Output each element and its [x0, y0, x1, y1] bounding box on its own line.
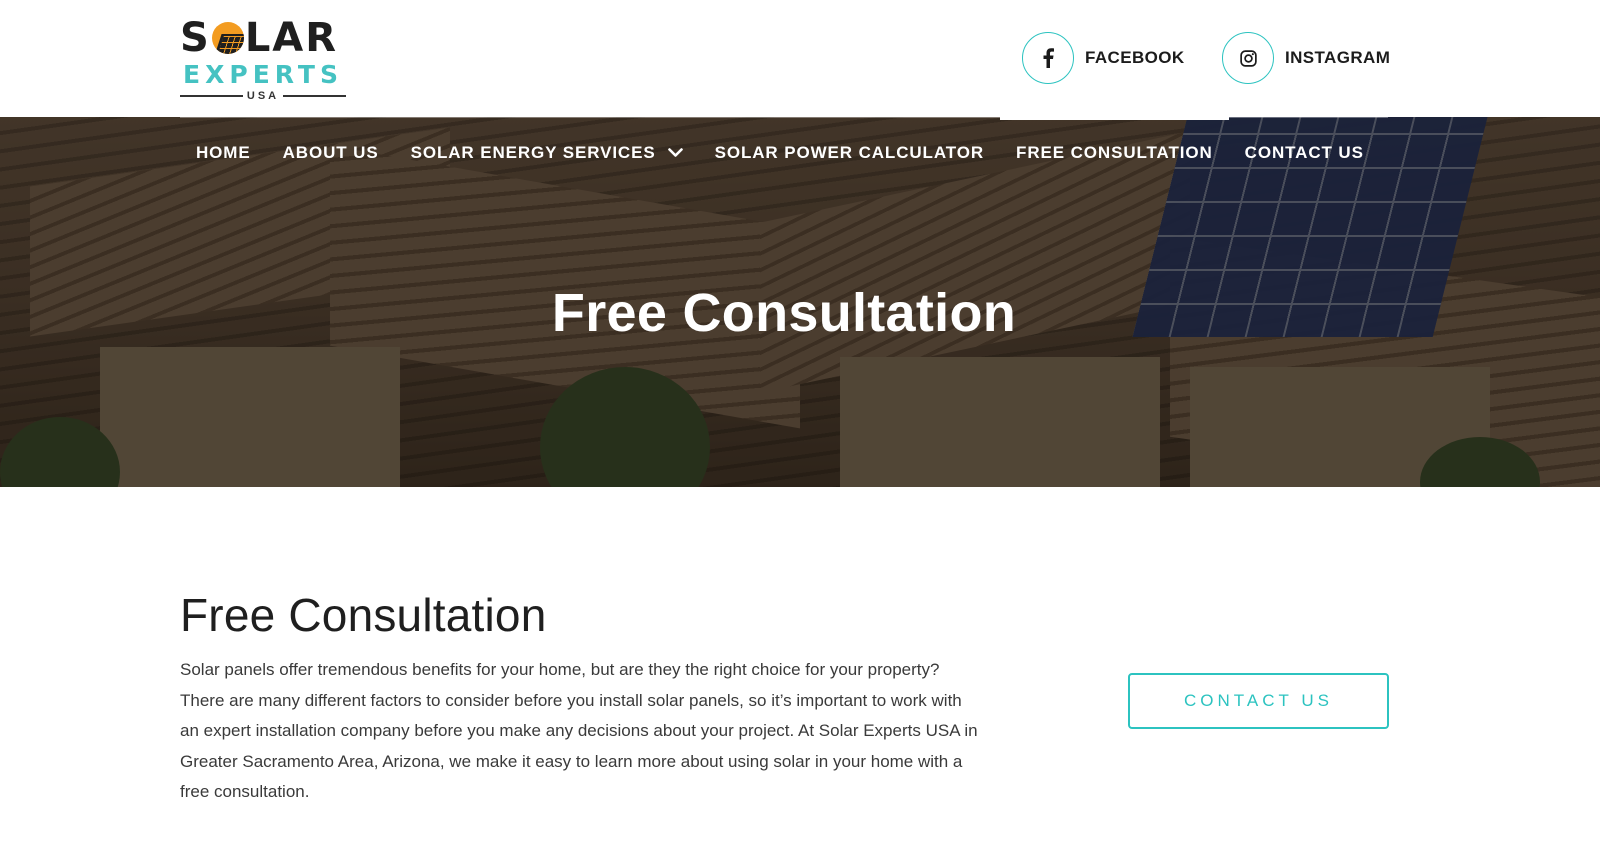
intro-paragraph: Solar panels offer tremendous benefits f… — [180, 660, 978, 801]
facebook-label[interactable]: FACEBOOK — [1085, 48, 1185, 68]
instagram-label[interactable]: INSTAGRAM — [1285, 48, 1390, 68]
logo-divider — [180, 95, 243, 97]
page-title: Free Consultation — [180, 589, 547, 641]
instagram-icon[interactable] — [1222, 32, 1274, 84]
logo-usa: USA — [246, 90, 280, 102]
nav-item-free-consultation[interactable]: FREE CONSULTATION — [1000, 117, 1229, 189]
instagram-link[interactable]: INSTAGRAM — [1222, 32, 1390, 84]
facebook-icon[interactable] — [1022, 32, 1074, 84]
logo-letters-lar: LAR — [244, 15, 339, 61]
logo-letter-s: S — [180, 15, 211, 61]
nav-item-contact-us[interactable]: CONTACT US — [1229, 117, 1380, 189]
chevron-down-icon[interactable] — [667, 148, 683, 158]
nav-item-label[interactable]: ABOUT US — [283, 143, 379, 163]
logo-usa-row: USA — [180, 90, 347, 102]
site-header: S LAR EXPERTS USA FACEBOOK INSTAGRAM — [0, 0, 1600, 118]
logo-experts: EXPERTS — [183, 60, 343, 89]
facebook-link[interactable]: FACEBOOK — [1022, 32, 1185, 84]
nav-item-home[interactable]: HOME — [180, 117, 267, 189]
sun-panel-icon — [211, 22, 244, 54]
hero-title: Free Consultation — [551, 283, 1017, 343]
contact-us-button[interactable]: CONTACT US — [1128, 673, 1389, 729]
nav-item-label[interactable]: CONTACT US — [1245, 143, 1364, 163]
nav-item-solar-energy-services[interactable]: SOLAR ENERGY SERVICES — [395, 117, 699, 189]
nav-item-label[interactable]: SOLAR ENERGY SERVICES — [411, 143, 656, 163]
main-nav: HOME ABOUT US SOLAR ENERGY SERVICES SOLA… — [180, 117, 1388, 189]
nav-item-about-us[interactable]: ABOUT US — [267, 117, 395, 189]
site-logo[interactable]: S LAR EXPERTS USA — [180, 15, 350, 102]
nav-item-label[interactable]: HOME — [196, 143, 251, 163]
hero-banner: HOME ABOUT US SOLAR ENERGY SERVICES SOLA… — [0, 117, 1600, 487]
nav-item-solar-power-calculator[interactable]: SOLAR POWER CALCULATOR — [699, 117, 1000, 189]
nav-item-label[interactable]: SOLAR POWER CALCULATOR — [715, 143, 984, 163]
logo-divider — [283, 95, 347, 97]
logo-wordmark: S LAR — [180, 15, 339, 61]
nav-item-label[interactable]: FREE CONSULTATION — [1016, 143, 1213, 163]
